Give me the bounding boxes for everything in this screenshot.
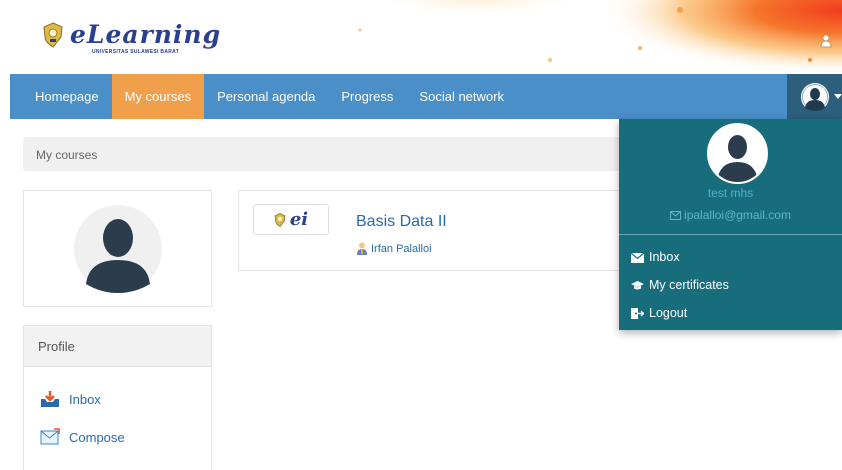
course-teacher-link[interactable]: Irfan Palalloi: [356, 242, 432, 255]
avatar-icon: [709, 125, 766, 182]
profile-link-compose[interactable]: Compose: [40, 418, 211, 456]
menu-item-label: Inbox: [649, 250, 680, 264]
course-card: ei Basis Data II Irfan Palalloi: [238, 190, 638, 271]
logo-subtitle: UNIVERSITAS SULAWESI BARAT: [92, 49, 180, 55]
menu-item-my-certificates[interactable]: My certificates: [631, 278, 729, 292]
course-thumbnail[interactable]: ei: [253, 204, 329, 235]
course-title-link[interactable]: Basis Data II: [356, 213, 447, 231]
compose-icon: [40, 428, 60, 445]
course-teacher-name: Irfan Palalloi: [371, 242, 432, 255]
envelope-icon: [631, 252, 644, 263]
profile-heading: Profile: [24, 326, 211, 367]
menu-item-logout[interactable]: Logout: [631, 306, 687, 320]
user-icon[interactable]: [820, 34, 832, 48]
menu-item-label: My certificates: [649, 278, 729, 292]
menu-item-label: Logout: [649, 306, 688, 320]
nav-item-homepage[interactable]: Homepage: [10, 74, 112, 119]
user-name: test mhs: [707, 186, 754, 200]
user-menu-toggle[interactable]: [787, 74, 842, 119]
university-emblem-icon: [274, 212, 286, 227]
nav-item-progress[interactable]: Progress: [328, 74, 406, 119]
teacher-icon: [357, 242, 367, 255]
main-nav: Homepage My courses Personal agenda Prog…: [10, 74, 842, 119]
site-header: eLearning UNIVERSITAS SULAWESI BARAT: [0, 0, 842, 74]
sign-out-icon: [631, 307, 644, 319]
profile-link-inbox[interactable]: Inbox: [40, 380, 211, 418]
avatar-icon: [801, 82, 829, 111]
chevron-down-icon: [834, 94, 842, 99]
divider: [619, 234, 842, 235]
avatar: [707, 123, 768, 184]
profile-avatar-card: [23, 190, 212, 307]
profile-panel: Profile Inbox Compose: [23, 325, 212, 470]
nav-item-personal-agenda[interactable]: Personal agenda: [204, 74, 328, 119]
avatar: [73, 204, 162, 293]
profile-link-label: Compose: [69, 429, 125, 445]
inbox-icon: [41, 391, 59, 407]
site-logo[interactable]: eLearning UNIVERSITAS SULAWESI BARAT: [42, 20, 222, 55]
course-thumb-logo: ei: [289, 209, 309, 230]
envelope-icon: [670, 210, 682, 220]
menu-item-inbox[interactable]: Inbox: [631, 250, 680, 264]
profile-link-label: Inbox: [69, 391, 101, 407]
header-splash-graphic: [300, 0, 842, 74]
user-email: ipalalloi@gmail.com: [619, 208, 842, 222]
logo-wordmark: eLearning: [70, 20, 222, 49]
nav-item-social-network[interactable]: Social network: [406, 74, 517, 119]
graduation-cap-icon: [631, 280, 644, 289]
breadcrumb: My courses: [23, 137, 663, 171]
user-email-text: ipalalloi@gmail.com: [684, 208, 791, 222]
university-emblem-icon: [43, 22, 63, 48]
nav-item-my-courses[interactable]: My courses: [111, 74, 205, 119]
user-dropdown-menu: test mhs ipalalloi@gmail.com Inbox My ce…: [619, 119, 842, 330]
